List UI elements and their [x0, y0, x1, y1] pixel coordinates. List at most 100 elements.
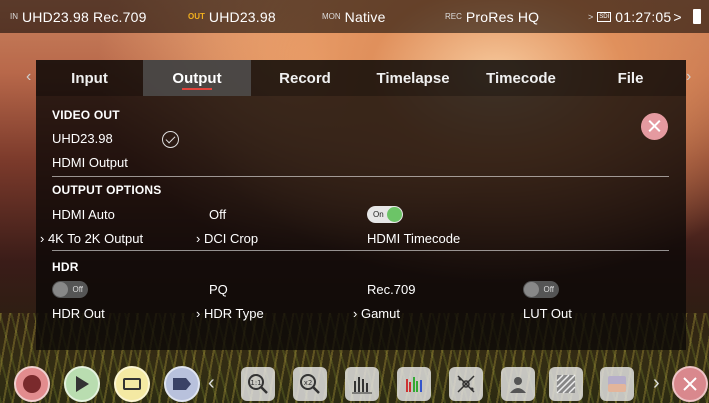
- zebra-icon: [556, 374, 576, 394]
- chevron-left-icon[interactable]: ‹: [26, 68, 31, 86]
- in-tag: IN: [10, 12, 18, 21]
- close-button[interactable]: [641, 113, 668, 140]
- output-status[interactable]: OUT UHD23.98: [188, 0, 276, 33]
- monitor-mode-button[interactable]: [114, 366, 150, 402]
- tab-label: Timecode: [486, 69, 556, 87]
- video-out-heading: VIDEO OUT: [52, 108, 120, 122]
- monitor-status[interactable]: MON Native: [322, 0, 386, 33]
- hdr-heading: HDR: [52, 260, 79, 274]
- tab-timecode[interactable]: Timecode: [467, 60, 575, 96]
- tab-input[interactable]: Input: [36, 60, 143, 96]
- hdr-type-value[interactable]: PQ: [209, 282, 228, 297]
- zoom-1to1-icon: 1:1: [248, 374, 268, 394]
- 4k-to-2k-label: 4K To 2K Output: [47, 231, 144, 246]
- chevron-right-icon: ›: [196, 306, 204, 321]
- hdmi-auto-value[interactable]: HDMI Auto: [52, 207, 115, 222]
- status-bar: IN UHD23.98 Rec.709 OUT UHD23.98 MON Nat…: [0, 0, 709, 33]
- false-color-button[interactable]: [501, 367, 535, 401]
- hdr-out-label: HDR Out: [52, 306, 105, 321]
- tab-label: Input: [71, 69, 108, 87]
- hdmi-timecode-toggle[interactable]: On: [367, 206, 403, 223]
- play-button[interactable]: [64, 366, 100, 402]
- out-tag: OUT: [188, 12, 205, 21]
- dci-crop-label: DCI Crop: [203, 231, 259, 246]
- divider: [52, 250, 669, 251]
- video-out-format: UHD23.98: [52, 131, 113, 146]
- gamut-value[interactable]: Rec.709: [367, 282, 415, 297]
- hdmi-timecode-label: HDMI Timecode: [367, 231, 461, 246]
- video-out-source[interactable]: HDMI Output: [52, 155, 128, 170]
- tab-label: Record: [279, 69, 331, 87]
- record-codec: ProRes HQ: [465, 8, 540, 25]
- waveform-icon: [352, 377, 372, 394]
- 4k-to-2k-output-option[interactable]: › 4K To 2K Output: [40, 231, 143, 246]
- lut-icon: [608, 376, 626, 392]
- zebra-button[interactable]: [549, 367, 583, 401]
- toggle-label: On: [373, 210, 384, 219]
- tab-bar: Input Output Record Timelapse Timecode F…: [36, 60, 686, 96]
- tab-label: Timelapse: [376, 69, 450, 87]
- lut-button[interactable]: [600, 367, 634, 401]
- chevron-right-icon: >: [588, 11, 594, 22]
- lut-out-toggle[interactable]: Off: [523, 281, 559, 298]
- zoom-2x-icon: x2: [300, 374, 320, 394]
- monitor-icon: [123, 378, 141, 390]
- hdr-out-toggle[interactable]: Off: [52, 281, 88, 298]
- record-status[interactable]: REC ProRes HQ: [445, 0, 539, 33]
- svg-text:1:1: 1:1: [250, 379, 261, 387]
- timecode: 01:27:05: [615, 8, 672, 25]
- tab-label: Output: [172, 69, 222, 87]
- play-icon: [76, 376, 89, 392]
- settings-panel: Input Output Record Timelapse Timecode F…: [36, 60, 686, 350]
- chevron-right-icon[interactable]: ›: [686, 68, 691, 86]
- tab-timelapse[interactable]: Timelapse: [359, 60, 467, 96]
- person-icon: [510, 377, 526, 393]
- gamut-label: Gamut: [360, 306, 400, 321]
- chevron-left-icon[interactable]: ‹: [208, 372, 215, 395]
- close-toolbar-button[interactable]: [672, 366, 708, 402]
- dci-crop-option[interactable]: › DCI Crop: [196, 231, 258, 246]
- record-icon: [23, 375, 41, 393]
- close-icon: [683, 377, 697, 391]
- record-button[interactable]: [14, 366, 50, 402]
- check-circle-icon: [162, 131, 179, 148]
- output-options-heading: OUTPUT OPTIONS: [52, 183, 162, 197]
- chevron-right-icon: ›: [353, 306, 361, 321]
- tab-file[interactable]: File: [575, 60, 686, 96]
- tag-icon: [173, 378, 191, 390]
- input-format: UHD23.98 Rec.709: [22, 8, 147, 25]
- hdr-type-label: HDR Type: [203, 306, 264, 321]
- rec-tag: REC: [445, 12, 462, 21]
- toggle-label: Off: [72, 285, 83, 294]
- chevron-right-icon: ›: [40, 231, 48, 246]
- mon-tag: MON: [322, 12, 341, 21]
- waveform-button[interactable]: [345, 367, 379, 401]
- tag-button[interactable]: [164, 366, 200, 402]
- dci-crop-value[interactable]: Off: [209, 207, 226, 222]
- timecode-status[interactable]: > SDI 01:27:05 >: [588, 0, 682, 33]
- toggle-label: Off: [543, 285, 554, 294]
- vectorscope-button[interactable]: [449, 367, 483, 401]
- input-status[interactable]: IN UHD23.98 Rec.709: [10, 0, 147, 33]
- vectorscope-icon: [457, 375, 475, 393]
- output-format: UHD23.98: [208, 8, 276, 25]
- zoom-1to1-button[interactable]: 1:1: [241, 367, 275, 401]
- rgb-parade-icon: [406, 377, 422, 392]
- chevron-right-icon: >: [673, 8, 682, 25]
- tab-record[interactable]: Record: [251, 60, 359, 96]
- sdi-icon: SDI: [597, 11, 612, 22]
- chevron-right-icon[interactable]: ›: [653, 372, 660, 395]
- chevron-right-icon: ›: [196, 231, 204, 246]
- tab-label: File: [617, 69, 644, 87]
- zoom-2x-button[interactable]: x2: [293, 367, 327, 401]
- tab-output[interactable]: Output: [143, 60, 251, 96]
- svg-text:x2: x2: [304, 379, 313, 387]
- gamut-option[interactable]: › Gamut: [353, 306, 400, 321]
- lut-out-label: LUT Out: [523, 306, 572, 321]
- monitor-mode: Native: [344, 8, 386, 25]
- divider: [52, 176, 669, 177]
- battery-icon: [693, 9, 701, 24]
- rgb-parade-button[interactable]: [397, 367, 431, 401]
- active-tab-indicator: [182, 88, 212, 90]
- hdr-type-option[interactable]: › HDR Type: [196, 306, 264, 321]
